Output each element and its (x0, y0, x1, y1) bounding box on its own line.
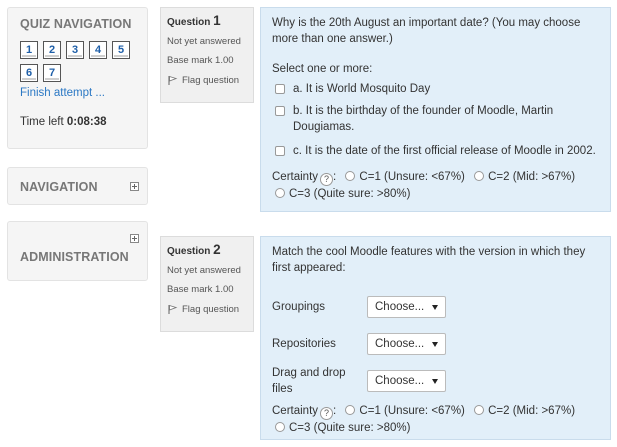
match-label: Groupings (272, 301, 326, 313)
question-number-button[interactable]: 5 (112, 41, 130, 59)
question-info: Question 2 Not yet answered Base mark 1.… (160, 236, 254, 332)
dropdown-arrow-icon (432, 378, 439, 384)
certainty-option: C=3 (Quite sure: >80%) (289, 188, 411, 200)
certainty-option: C=3 (Quite sure: >80%) (289, 422, 411, 434)
certainty-option: C=2 (Mid: >67%) (488, 171, 576, 183)
question-info: Question 1 Not yet answered Base mark 1.… (160, 7, 254, 103)
flag-question-label: Flag question (182, 75, 240, 86)
certainty-option: C=1 (Unsure: <67%) (359, 405, 465, 417)
certainty-label: Certainty (272, 171, 319, 183)
select-value: Choose... (375, 375, 425, 387)
answer-checkbox[interactable] (275, 146, 285, 156)
question-number-row: 6 7 (20, 64, 135, 82)
time-left-label: Time left (20, 116, 64, 128)
flag-question-label: Flag question (182, 304, 240, 315)
quiz-navigation-block: QUIZ NAVIGATION 1 2 3 4 5 6 7 Finish att… (7, 7, 148, 149)
question-number-value: 2 (213, 242, 221, 257)
select-value: Choose... (375, 338, 425, 350)
certainty-row: C=3 (Quite sure: >80%) (272, 420, 599, 436)
flag-question-toggle[interactable]: Flag question (167, 304, 247, 315)
answer-label: b. It is the birthday of the founder of … (293, 105, 554, 133)
administration-block: ADMINISTRATION (7, 221, 148, 281)
match-row: Repositories Choose... (272, 329, 599, 359)
flag-question-toggle[interactable]: Flag question (167, 75, 247, 86)
question-number-button[interactable]: 3 (66, 41, 84, 59)
answer-checkbox[interactable] (275, 84, 285, 94)
question-number-button[interactable]: 6 (20, 64, 38, 82)
question-number-row: 1 2 3 4 5 (20, 41, 135, 59)
question-number: Question 1 (167, 13, 247, 28)
certainty-radio[interactable] (275, 422, 285, 432)
certainty-option: C=1 (Unsure: <67%) (359, 171, 465, 183)
certainty-row: Certainty?: C=1 (Unsure: <67%) C=2 (Mid:… (272, 171, 576, 186)
certainty-radio[interactable] (474, 405, 485, 415)
certainty-radio[interactable] (275, 188, 285, 198)
question-state: Not yet answered (167, 36, 241, 47)
certainty-label: Certainty (272, 405, 319, 417)
help-icon[interactable]: ? (320, 407, 334, 420)
answer-option[interactable]: a. It is World Mosquito Day (275, 81, 599, 97)
flag-icon (168, 75, 178, 85)
question-grade: Base mark 1.00 (167, 284, 234, 295)
question-text: Why is the 20th August an important date… (272, 17, 581, 45)
question-content: Why is the 20th August an important date… (260, 7, 611, 212)
dock-block-icon[interactable] (130, 234, 139, 243)
question-content: Match the cool Moodle features with the … (260, 236, 611, 440)
match-label: Drag and drop files (272, 367, 346, 395)
dropdown-arrow-icon (432, 304, 439, 310)
match-row: Groupings Choose... (272, 292, 599, 322)
certainty-row: C=3 (Quite sure: >80%) (272, 186, 599, 202)
match-row: Drag and drop files Choose... (272, 366, 599, 396)
question-label: Question (167, 17, 211, 28)
finish-attempt-link[interactable]: Finish attempt ... (20, 87, 135, 99)
certainty-radio[interactable] (474, 171, 485, 181)
time-left-value: 0:08:38 (66, 116, 107, 128)
question-label: Question (167, 246, 211, 257)
match-select[interactable]: Choose... (367, 296, 447, 318)
question-number-button[interactable]: 4 (89, 41, 107, 59)
answer-option[interactable]: c. It is the date of the first official … (275, 143, 599, 159)
answer-label: a. It is World Mosquito Day (293, 83, 431, 95)
question-number-button[interactable]: 7 (43, 64, 61, 82)
certainty-option: C=2 (Mid: >67%) (488, 405, 576, 417)
dropdown-arrow-icon (432, 341, 439, 347)
time-left: Time left 0:08:38 (20, 116, 135, 128)
answer-label: c. It is the date of the first official … (293, 145, 596, 157)
question-number-value: 1 (213, 13, 221, 28)
answer-option[interactable]: b. It is the birthday of the founder of … (275, 103, 599, 135)
question-number-button[interactable]: 1 (20, 41, 38, 59)
select-value: Choose... (375, 301, 425, 313)
question-number-button[interactable]: 2 (43, 41, 61, 59)
match-select[interactable]: Choose... (367, 370, 447, 392)
quiz-navigation-title: QUIZ NAVIGATION (20, 17, 132, 31)
certainty-radio[interactable] (345, 171, 356, 181)
answer-prompt: Select one or more: (272, 63, 373, 75)
administration-title: ADMINISTRATION (20, 250, 129, 264)
question-number: Question 2 (167, 242, 247, 257)
match-select[interactable]: Choose... (367, 333, 447, 355)
certainty-row: Certainty?: C=1 (Unsure: <67%) C=2 (Mid:… (272, 405, 576, 420)
navigation-block: NAVIGATION (7, 167, 148, 205)
flag-icon (168, 304, 178, 314)
question-text: Match the cool Moodle features with the … (272, 246, 586, 274)
certainty-radio[interactable] (345, 405, 356, 415)
question-grade: Base mark 1.00 (167, 55, 234, 66)
dock-block-icon[interactable] (130, 182, 139, 191)
navigation-title: NAVIGATION (20, 180, 98, 194)
answer-checkbox[interactable] (275, 106, 285, 116)
question-state: Not yet answered (167, 265, 241, 276)
match-label: Repositories (272, 338, 336, 350)
help-icon[interactable]: ? (320, 173, 334, 186)
